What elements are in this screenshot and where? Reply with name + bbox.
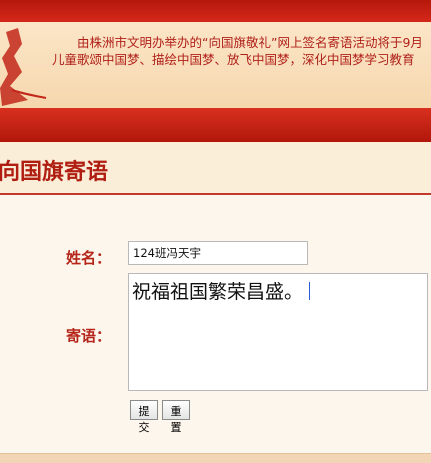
text-caret — [309, 282, 311, 300]
message-textarea[interactable]: 祝福祖国繁荣昌盛。 — [128, 273, 428, 391]
message-form: 姓名： 124班冯天宇 寄语： 祝福祖国繁荣昌盛。 提交 重置 — [0, 195, 431, 453]
section-header: 向国旗寄语 — [0, 142, 431, 195]
reset-button[interactable]: 重置 — [162, 400, 190, 434]
notice-line-1: 由株洲市文明办举办的“向国旗敬礼”网上签名寄语活动将于9月 — [77, 35, 423, 50]
top-red-band — [0, 0, 431, 22]
message-text: 祝福祖国繁荣昌盛。 — [132, 281, 304, 303]
message-label: 寄语： — [66, 327, 112, 345]
submit-button[interactable]: 提交 — [130, 400, 158, 434]
name-input[interactable]: 124班冯天宇 — [128, 241, 308, 265]
notice-line-2: 儿童歌颂中国梦、描绘中国梦、放飞中国梦，深化中国梦学习教育 — [52, 52, 415, 67]
mid-red-band — [0, 108, 431, 142]
name-label: 姓名： — [66, 249, 112, 267]
notice-banner: 由株洲市文明办举办的“向国旗敬礼”网上签名寄语活动将于9月 儿童歌颂中国梦、描绘… — [0, 22, 431, 108]
section-title: 向国旗寄语 — [0, 160, 109, 185]
flag-bearer-icon — [0, 28, 47, 106]
